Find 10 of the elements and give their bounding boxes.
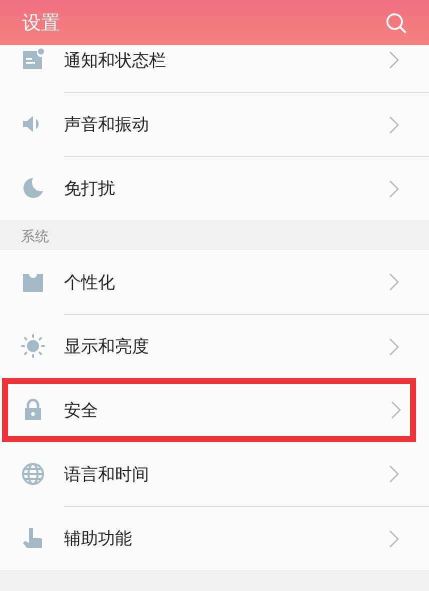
page-title: 设置 [22, 10, 60, 36]
item-label: 个性化 [64, 272, 115, 294]
item-label: 语言和时间 [64, 464, 149, 486]
item-label: 免打扰 [64, 178, 115, 200]
section-heading: 系统 [20, 228, 50, 247]
item-label: 辅助功能 [64, 528, 132, 550]
item-label: 显示和亮度 [64, 336, 149, 358]
item-label: 安全 [64, 400, 98, 422]
item-label: 通知和状态栏 [64, 50, 166, 72]
item-label: 声音和振动 [64, 114, 149, 136]
